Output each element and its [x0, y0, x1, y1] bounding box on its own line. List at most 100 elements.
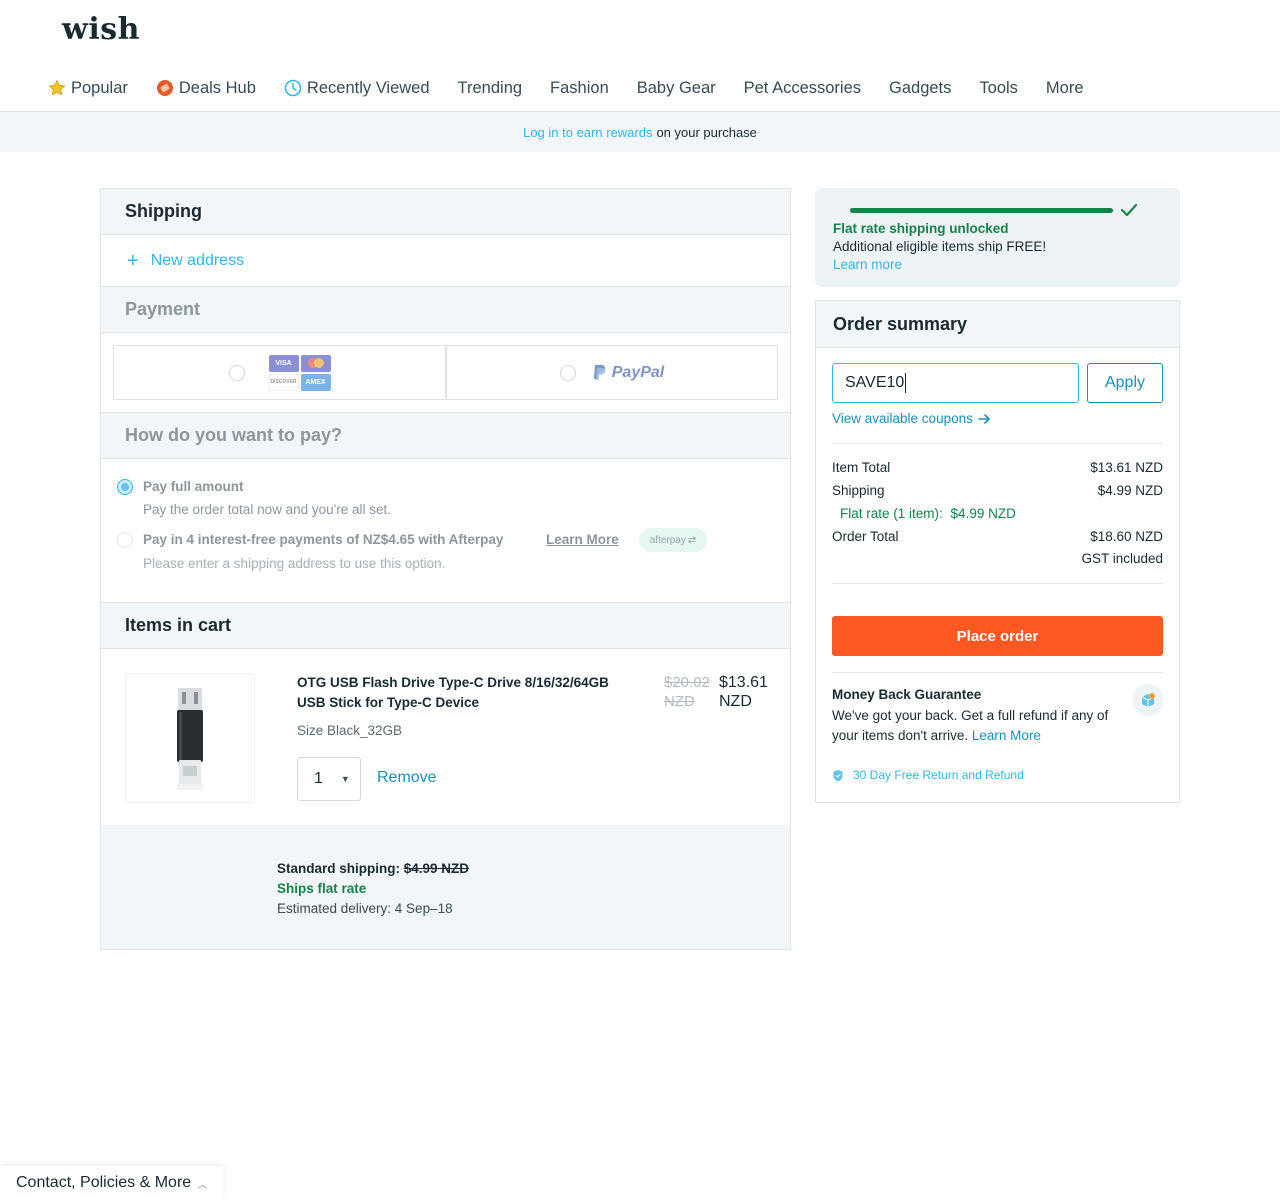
divider: [832, 672, 1163, 673]
chevron-up-icon: ︿: [197, 1179, 208, 1191]
apply-coupon-button[interactable]: Apply: [1087, 363, 1163, 403]
money-back-title: Money Back Guarantee: [832, 687, 982, 702]
view-coupons-label: View available coupons: [832, 411, 973, 426]
flat-rate-value: $4.99 NZD: [950, 506, 1016, 521]
card-payment-option[interactable]: VISA DISCOVER AMEX: [113, 345, 446, 400]
shipping-info: Standard shipping: $4.99 NZD Ships flat …: [101, 825, 790, 949]
nav-more[interactable]: More: [1046, 79, 1084, 98]
text-caret: [905, 373, 907, 393]
quantity-select[interactable]: 1 ▼: [297, 757, 361, 801]
product-title[interactable]: OTG USB Flash Drive Type-C Drive 8/16/32…: [297, 673, 617, 713]
nav-baby-gear[interactable]: Baby Gear: [637, 79, 716, 98]
estimated-delivery: Estimated delivery: 4 Sep–18: [277, 901, 453, 916]
checkout-main: Shipping + New address Payment VISA DISC…: [100, 188, 791, 950]
items-in-cart-heading: Items in cart: [101, 603, 790, 649]
shipping-value: $4.99 NZD: [1097, 483, 1163, 498]
shipping-progress-bar: [850, 208, 1113, 213]
nav-deals-hub[interactable]: Deals Hub: [156, 79, 256, 98]
divider: [832, 443, 1163, 444]
flat-rate-label: Flat rate (1 item):: [840, 506, 943, 521]
deals-tag-icon: [156, 79, 174, 97]
visa-logo: VISA: [268, 354, 299, 372]
new-address-button[interactable]: + New address: [101, 235, 790, 287]
gst-note: GST included: [1081, 551, 1163, 566]
nav-trending[interactable]: Trending: [458, 79, 523, 98]
usb-drive-image: [177, 688, 203, 790]
flat-rate-line: Flat rate (1 item): $4.99 NZD: [840, 506, 1016, 521]
pay-full-title[interactable]: Pay full amount: [143, 479, 244, 494]
place-order-button[interactable]: Place order: [832, 616, 1163, 656]
item-total-value: $13.61 NZD: [1090, 460, 1163, 475]
plus-icon: +: [127, 249, 139, 272]
original-price: $20.02 NZD: [664, 673, 714, 711]
pay-options: Pay full amount Pay the order total now …: [101, 459, 790, 603]
flat-rate-unlocked-card: Flat rate shipping unlocked Additional e…: [815, 188, 1180, 287]
order-total-label: Order Total: [832, 529, 899, 544]
mastercard-logo: [300, 354, 331, 372]
amex-logo: AMEX: [300, 373, 331, 391]
paypal-radio[interactable]: [559, 364, 576, 381]
view-coupons-link[interactable]: View available coupons: [832, 411, 991, 426]
site-header: wish Popular Deals Hub Recently Viewed T…: [0, 0, 1280, 112]
divider: [832, 583, 1163, 584]
nav-pet-accessories[interactable]: Pet Accessories: [744, 79, 861, 98]
package-icon: [1132, 684, 1164, 716]
checkmark-icon: [1120, 203, 1138, 217]
product-variant: Size Black_32GB: [297, 723, 403, 738]
order-summary-heading: Order summary: [816, 301, 1179, 348]
payment-methods: VISA DISCOVER AMEX PayPal: [101, 333, 790, 413]
login-rewards-link[interactable]: Log in to earn rewards: [523, 125, 652, 140]
pay-full-radio[interactable]: [117, 479, 133, 495]
how-pay-heading: How do you want to pay?: [101, 413, 790, 459]
shipping-label: Shipping: [832, 483, 885, 498]
new-address-label: New address: [150, 251, 245, 269]
nav-tools[interactable]: Tools: [979, 79, 1018, 98]
shield-icon: [833, 769, 843, 781]
original-price-currency: NZD: [664, 693, 695, 710]
paypal-payment-option[interactable]: PayPal: [446, 345, 778, 400]
wish-logo[interactable]: wish: [62, 12, 140, 47]
original-price-amount: $20.02: [664, 674, 710, 691]
shipping-heading: Shipping: [101, 189, 790, 235]
return-policy-text[interactable]: 30 Day Free Return and Refund: [853, 768, 1024, 782]
chevron-down-icon: ▼: [340, 774, 350, 784]
afterpay-subtitle: Please enter a shipping address to use t…: [143, 556, 446, 571]
nav-popular[interactable]: Popular: [48, 79, 128, 98]
quantity-value: 1: [314, 770, 323, 787]
afterpay-loop-icon: ⇄: [687, 534, 697, 546]
standard-shipping-line: Standard shipping: $4.99 NZD: [277, 861, 469, 876]
banner-text: on your purchase: [656, 124, 757, 140]
nav-gadgets[interactable]: Gadgets: [889, 79, 951, 98]
product-image[interactable]: [125, 673, 255, 803]
category-nav: Popular Deals Hub Recently Viewed Trendi…: [48, 76, 1112, 100]
card-logos: VISA DISCOVER AMEX: [268, 354, 331, 391]
afterpay-learn-more[interactable]: Learn More: [546, 532, 619, 547]
pay-full-subtitle: Pay the order total now and you're all s…: [143, 502, 391, 517]
nav-fashion[interactable]: Fashion: [550, 79, 609, 98]
money-back-body: We've got your back. Get a full refund i…: [832, 708, 1109, 743]
return-policy-line: 30 Day Free Return and Refund: [832, 768, 1024, 782]
cart-item: OTG USB Flash Drive Type-C Drive 8/16/32…: [101, 649, 790, 825]
afterpay-badge-label: afterpay: [649, 534, 686, 546]
footer-label: Contact, Policies & More: [16, 1174, 192, 1191]
coupon-input[interactable]: SAVE10: [832, 363, 1079, 403]
money-back-text: We've got your back. Get a full refund i…: [832, 706, 1132, 746]
rewards-banner: Log in to earn rewards on your purchase: [0, 112, 1280, 152]
paypal-logo: PayPal: [592, 364, 664, 382]
nav-recently-viewed[interactable]: Recently Viewed: [284, 79, 430, 98]
sale-price: $13.61 NZD: [719, 673, 774, 711]
nav-label: Popular: [71, 78, 128, 97]
paypal-icon: [593, 364, 606, 380]
arrow-right-icon: [978, 413, 990, 424]
footer-toggle[interactable]: Contact, Policies & More ︿: [0, 1166, 224, 1200]
afterpay-radio[interactable]: [117, 532, 133, 548]
payment-heading: Payment: [101, 287, 790, 333]
card-radio[interactable]: [228, 364, 245, 381]
remove-item-button[interactable]: Remove: [377, 769, 437, 787]
money-back-learn-more[interactable]: Learn More: [972, 728, 1041, 743]
order-summary: Order summary SAVE10 Apply View availabl…: [815, 300, 1180, 803]
unlock-learn-more[interactable]: Learn more: [833, 257, 902, 272]
clock-icon: [284, 79, 302, 97]
order-total-value: $18.60 NZD: [1090, 529, 1163, 544]
sale-price-amount: $13.61: [719, 674, 768, 691]
